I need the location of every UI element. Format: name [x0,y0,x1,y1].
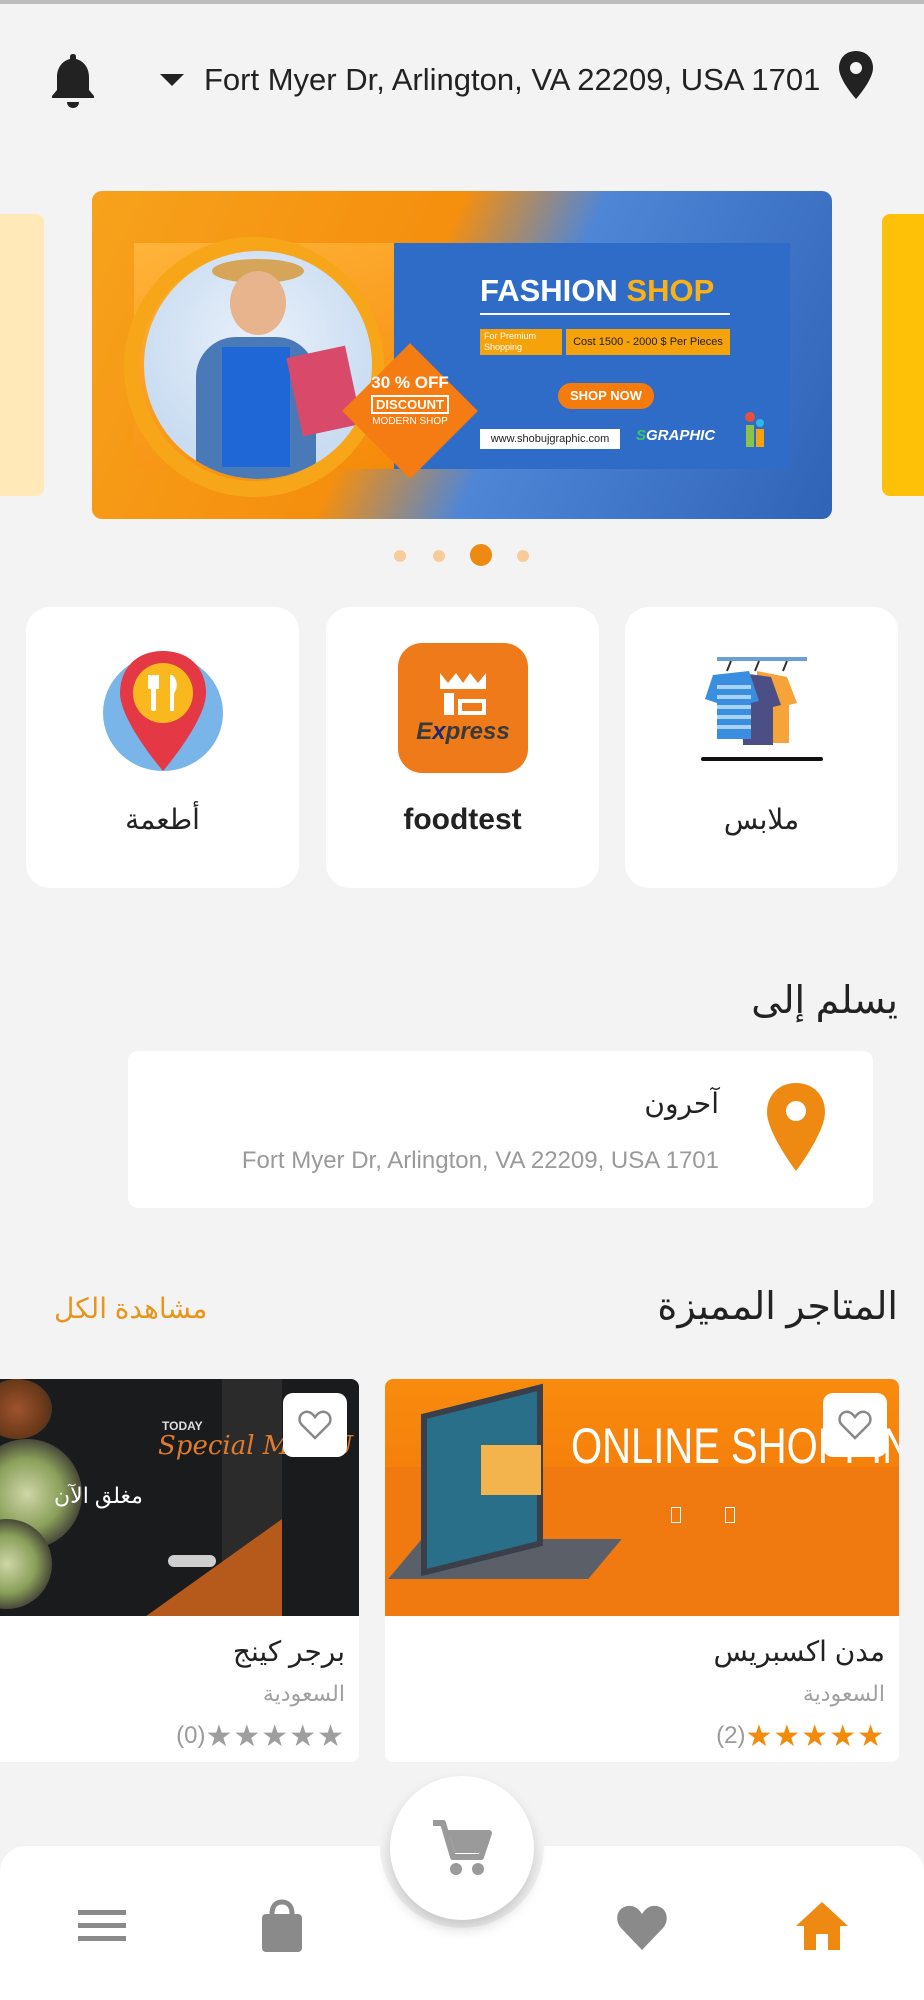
rating-stars-icon: ★★★★★ [745,1719,885,1753]
category-card-clothes[interactable]: ملابس [625,607,898,888]
favorite-button[interactable] [823,1393,887,1457]
rating-count: (2) [716,1722,746,1749]
category-label: أطعمة [125,804,200,835]
carousel-dot[interactable] [517,550,529,562]
banner-reflection [488,484,688,502]
discount-sub: MODERN SHOP [372,416,448,427]
banner-tag-cost: Cost 1500 - 2000 $ Per Pieces [566,329,730,355]
category-label: foodtest [403,803,522,836]
brand-logo-icon [745,412,764,447]
shop-now-button[interactable]: SHOP NOW [558,383,654,409]
banner-tag-premium: For Premium Shopping [480,329,562,355]
category-card-foodtest[interactable]: Express foodtest [326,607,599,888]
store-country: السعودية [802,1681,885,1706]
store-card-burger-king[interactable]: TODAY Special MENU مغلق الآن برجر كينج ا… [0,1379,359,1762]
location-pin-icon [767,1083,825,1171]
heart-outline-icon [838,1410,872,1440]
see-all-link[interactable]: مشاهدة الكل [54,1292,207,1325]
location-pin-icon[interactable] [838,50,874,100]
promo-banner[interactable]: 30 % OFF DISCOUNT MODERN SHOP FASHION SH… [92,191,832,519]
caret-down-icon [160,74,184,86]
cart-icon [433,1820,492,1875]
store-rating: (2) ★★★★★ [716,1719,885,1753]
store-rating: (0) ★★★★★ [176,1719,345,1753]
cart-button[interactable] [390,1776,534,1920]
carousel-dot[interactable] [433,550,445,562]
top-header: Fort Myer Dr, Arlington, VA 22209, USA 1… [0,40,924,120]
heart-icon[interactable] [614,1898,670,1954]
bell-icon[interactable] [48,50,98,110]
food-pin-icon [102,651,223,771]
delivery-address-line: Fort Myer Dr, Arlington, VA 22209, USA 1… [241,1147,719,1174]
menu-icon[interactable] [74,1898,130,1954]
store-card-madan-express[interactable]: ONLINE SHOPPING مدن اكسبريس السعودية (2)… [385,1379,899,1762]
banner-model-photo [144,251,372,479]
address-selector[interactable]: Fort Myer Dr, Arlington, VA 22209, USA 1… [160,56,820,104]
delivery-section-title: يسلم إلى [751,980,898,1022]
favorite-button[interactable] [283,1393,347,1457]
store-name: مدن اكسبريس [713,1636,885,1667]
store-name: برجر كينج [232,1636,345,1667]
graphic-logo: SGRAPHIC [636,427,716,444]
delivery-address-name: آحرون [644,1088,719,1119]
carousel-dot[interactable] [394,550,406,562]
carousel-next-slide[interactable] [882,214,924,496]
clothes-rack-icon [700,657,823,761]
banner-title: FASHION SHOP [480,273,715,308]
shopping-bag-icon[interactable] [254,1898,310,1954]
store-country: السعودية [262,1681,345,1706]
store-banner-image: ONLINE SHOPPING [385,1379,899,1616]
discount-percent: 30 % OFF [371,373,449,392]
current-address: Fort Myer Dr, Arlington, VA 22209, USA 1… [204,62,821,97]
carousel-prev-slide[interactable] [0,214,44,496]
carousel-indicators [0,544,924,568]
express-logo-icon: Express [397,643,528,773]
discount-label: DISCOUNT [371,395,449,414]
banner-artwork: 30 % OFF DISCOUNT MODERN SHOP FASHION SH… [124,237,790,497]
featured-stores-title: المتاجر المميزة [657,1286,898,1328]
category-label: ملابس [723,804,800,835]
banner-url: www.shobujgraphic.com [480,429,620,449]
home-icon[interactable] [794,1898,850,1954]
rating-stars-icon: ★★★★★ [205,1719,345,1753]
delivery-address-card[interactable]: آحرون Fort Myer Dr, Arlington, VA 22209,… [128,1051,873,1208]
status-divider [0,0,924,4]
heart-outline-icon [298,1410,332,1440]
rating-count: (0) [176,1722,206,1749]
shopping-cart-icon [481,1445,541,1495]
category-card-food[interactable]: أطعمة [26,607,299,888]
carousel-dot-active[interactable] [470,544,492,566]
svg-text:Express: Express [416,718,509,745]
store-closed-label: مغلق الآن [54,1483,143,1508]
